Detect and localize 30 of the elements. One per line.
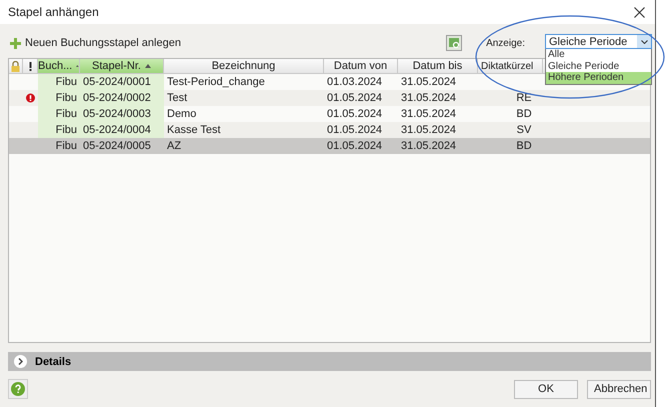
table-cell: BD [516,108,532,120]
table-cell: 31.05.2024 [401,124,456,136]
window-title: Stapel anhängen [8,5,99,19]
table-cell: Fibu [56,92,77,104]
table-cell: 05-2024/0001 [83,76,151,88]
table-cell: 01.03.2024 [327,76,382,88]
table-cell: Fibu [56,140,77,152]
table-cell: 05-2024/0002 [83,92,151,104]
table-cell: 31.05.2024 [401,108,456,120]
filter-label: Anzeige: [486,38,525,48]
table-cell: Kasse Test [167,124,221,136]
table-cell: SV [516,124,532,136]
table-cell: 31.05.2024 [401,140,456,152]
table-cell: 01.05.2024 [327,124,382,136]
table-cell: 01.05.2024 [327,108,382,120]
table-cell: Test-Period_change [167,76,265,88]
table-cell: AZ [167,140,182,152]
table-cell: 05-2024/0003 [83,108,151,120]
table-cell: 31.05.2024 [401,76,456,88]
table-cell: Fibu [56,108,77,120]
table-cell: Demo [167,108,196,120]
table-cell: Fibu [56,76,77,88]
table-cell: 01.05.2024 [327,92,382,104]
table-cell: BD [516,140,532,152]
table-cell: Fibu [56,124,77,136]
table-cell: 05-2024/0004 [83,124,151,136]
table-cell: Test [167,92,188,104]
table-cell: 01.05.2024 [327,140,382,152]
table-cell: 31.05.2024 [401,92,456,104]
table-cell: 05-2024/0005 [83,140,151,152]
